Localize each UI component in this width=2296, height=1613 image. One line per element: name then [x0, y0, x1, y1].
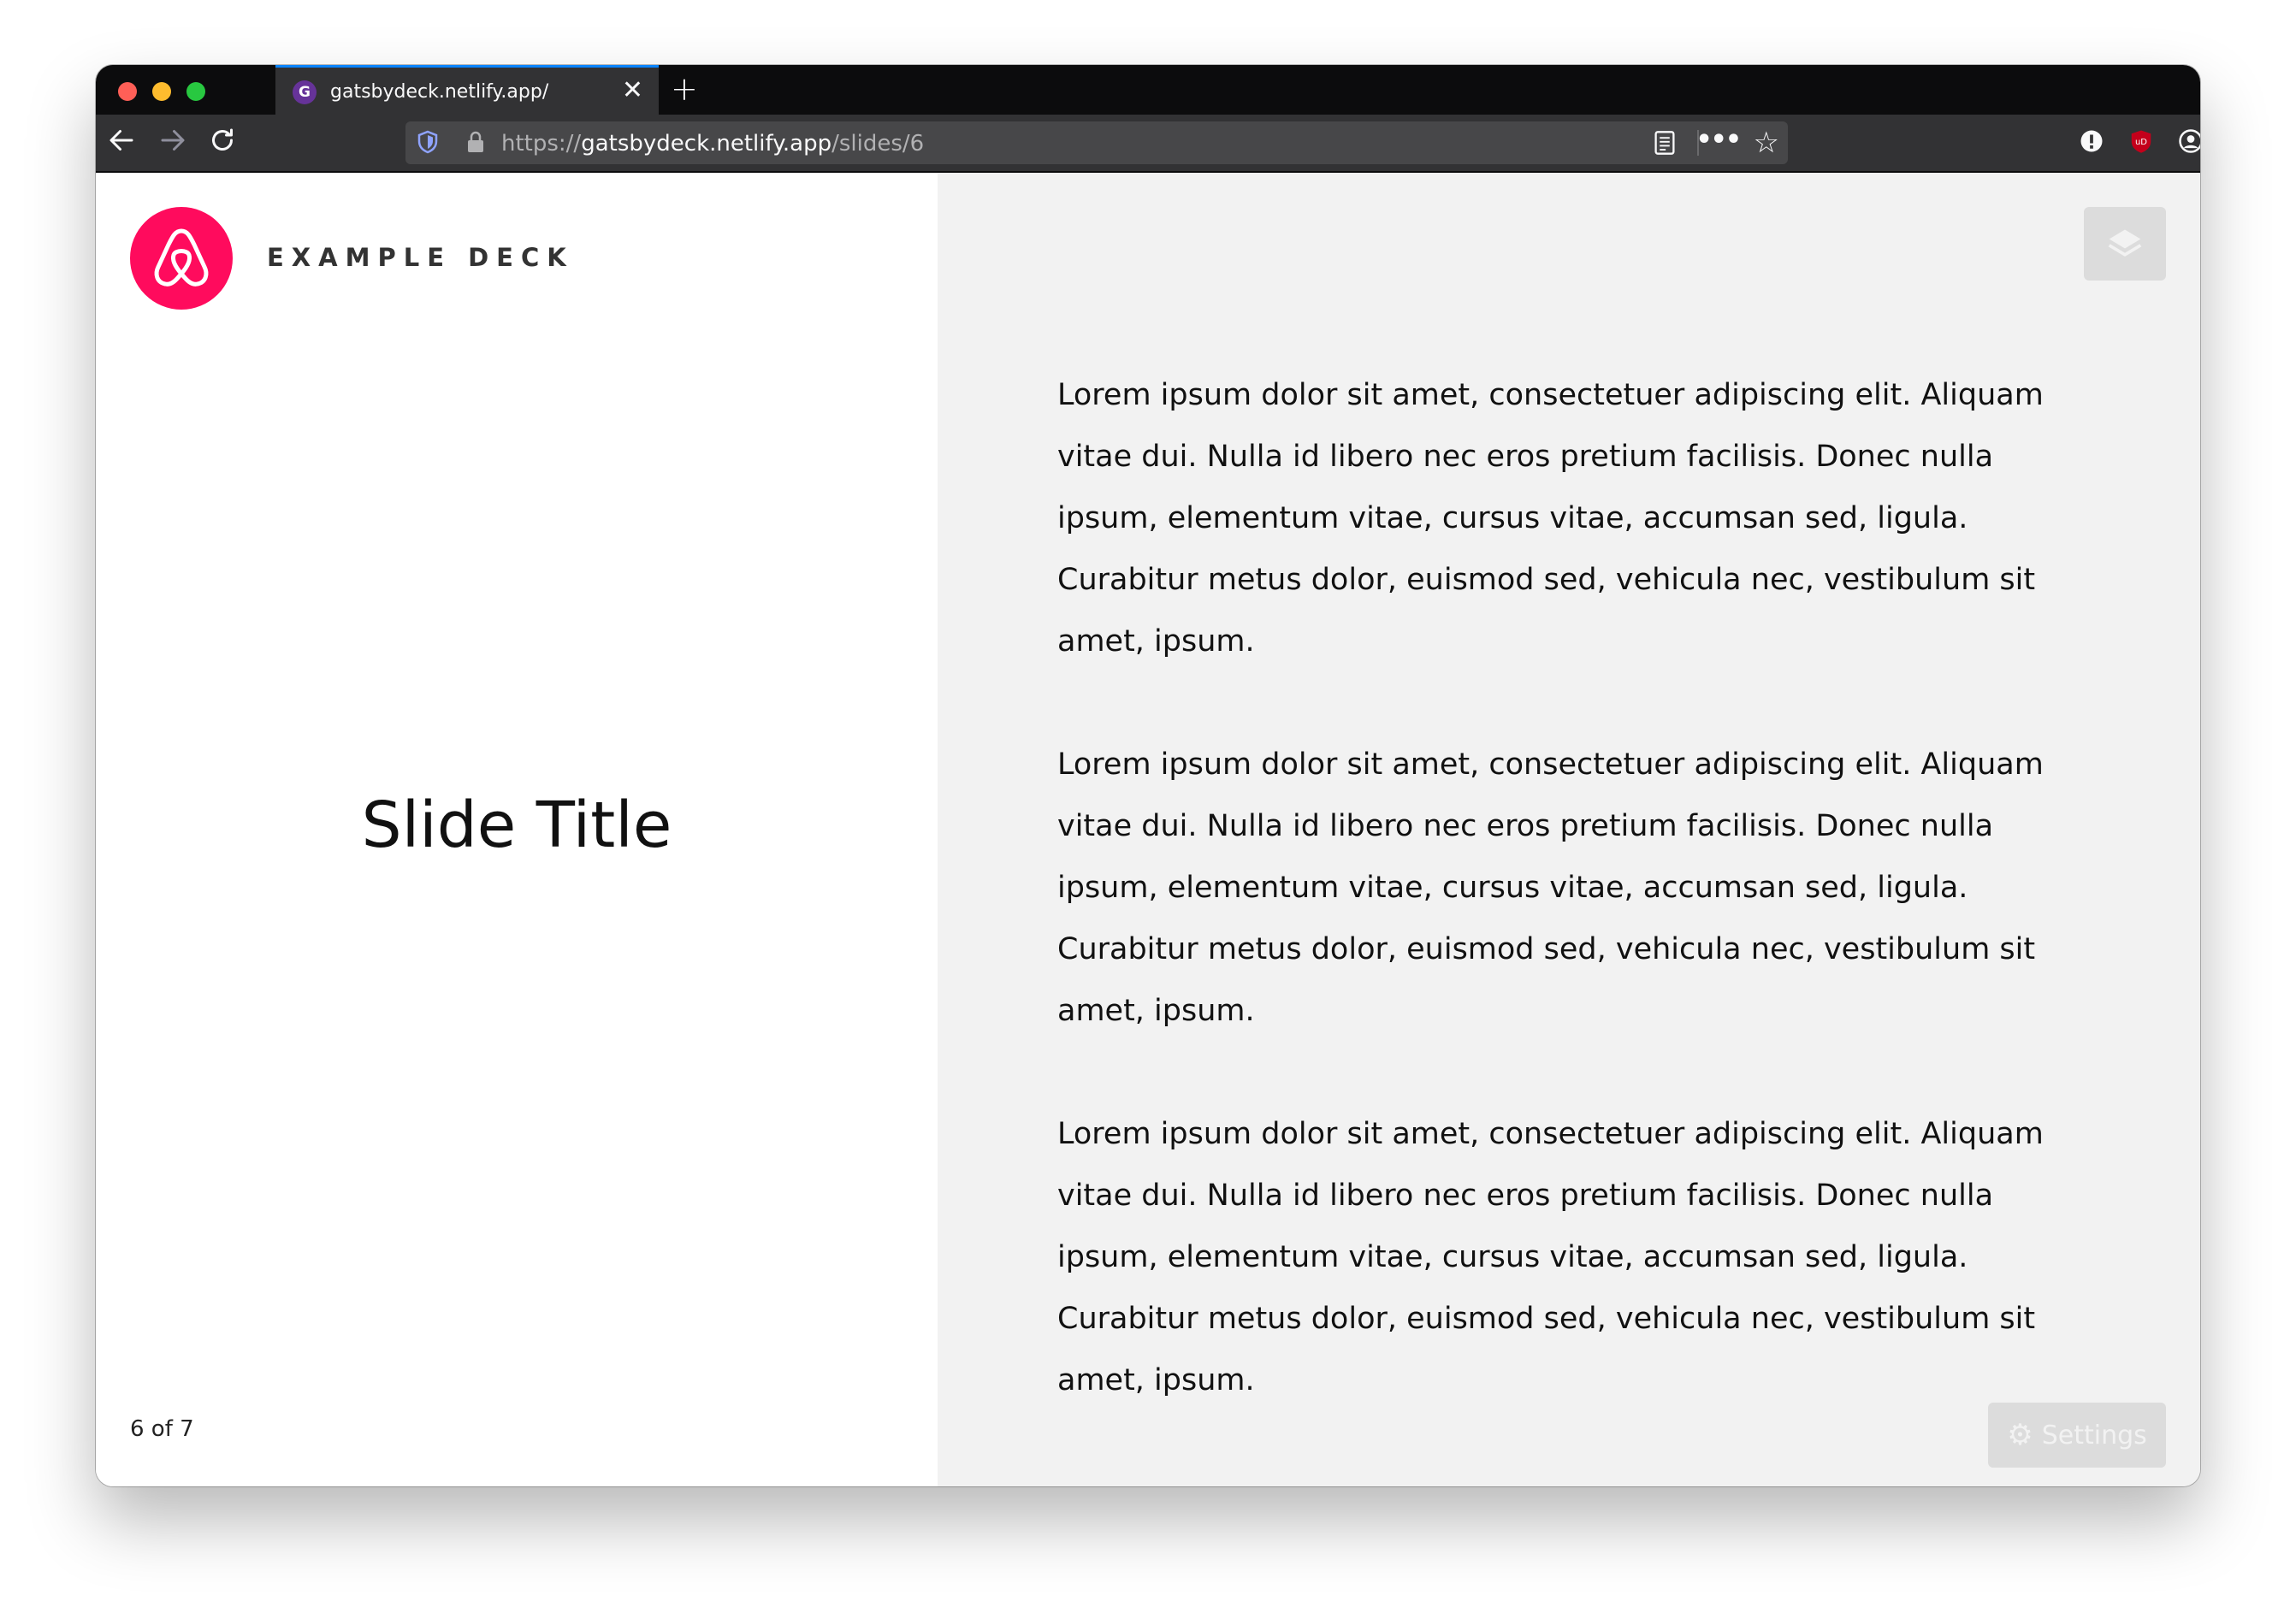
account-icon[interactable] [2178, 128, 2200, 154]
url-path: /slides/6 [831, 131, 925, 157]
info-extension-icon[interactable] [2079, 128, 2104, 154]
page-actions-more-icon[interactable]: ••• [1695, 125, 1742, 155]
layers-icon [2108, 229, 2142, 257]
bookmark-star-icon[interactable]: ☆ [1754, 127, 1779, 159]
settings-label: Settings [2041, 1420, 2147, 1451]
body-paragraph: Lorem ipsum dolor sit amet, consectetuer… [1057, 747, 2044, 1028]
navigation-bar: https://gatsbydeck.netlify.app/slides/6 … [96, 115, 2200, 173]
lock-icon[interactable] [465, 130, 486, 154]
ublock-origin-icon[interactable]: uD [2128, 128, 2154, 154]
slide-counter: 6 of 7 [130, 1416, 194, 1442]
airbnb-logo-icon [154, 228, 209, 287]
reload-icon [212, 128, 233, 151]
browser-window: G gatsbydeck.netlify.app/ ✕ + https://ga… [96, 65, 2200, 1486]
deck-name: EXAMPLE DECK [267, 243, 574, 272]
forward-arrow-icon [161, 130, 185, 151]
back-button[interactable] [106, 125, 137, 163]
url-text[interactable]: https://gatsbydeck.netlify.app/slides/6 [501, 131, 924, 157]
body-paragraph: Lorem ipsum dolor sit amet, consectetuer… [1057, 1117, 2044, 1397]
tab-strip: G gatsbydeck.netlify.app/ ✕ + [96, 65, 2200, 115]
gatsby-icon: G [293, 80, 317, 104]
airbnb-logo [130, 207, 233, 310]
close-window-button[interactable] [118, 82, 137, 101]
slide-right-panel: Lorem ipsum dolor sit amet, consectetuer… [938, 173, 2200, 1486]
svg-text:uD: uD [2135, 138, 2147, 147]
reader-view-icon[interactable] [1653, 130, 1677, 156]
url-bar[interactable]: https://gatsbydeck.netlify.app/slides/6 … [405, 121, 1788, 164]
new-tab-button[interactable]: + [671, 70, 698, 108]
minimize-window-button[interactable] [152, 82, 171, 101]
back-arrow-icon [109, 130, 133, 151]
browser-tab-active[interactable]: G gatsbydeck.netlify.app/ ✕ [275, 65, 659, 115]
tab-title: gatsbydeck.netlify.app/ [330, 81, 549, 103]
slide-body-text: Lorem ipsum dolor sit amet, consectetuer… [1057, 364, 2101, 1473]
slide-left-panel: EXAMPLE DECK Slide Title 6 of 7 [96, 173, 938, 1486]
gear-icon: ⚙ [2007, 1418, 2033, 1452]
forward-button[interactable] [157, 125, 188, 163]
url-scheme: https:// [501, 131, 582, 157]
maximize-window-button[interactable] [186, 82, 205, 101]
settings-button[interactable]: ⚙ Settings [1988, 1403, 2166, 1468]
layers-button[interactable] [2084, 207, 2166, 281]
page-content: EXAMPLE DECK Slide Title 6 of 7 Lorem ip… [96, 173, 2200, 1486]
url-host: gatsbydeck.netlify.app [581, 131, 832, 157]
close-tab-icon[interactable]: ✕ [622, 76, 643, 105]
reload-button[interactable] [207, 125, 238, 163]
tracking-protection-shield-icon[interactable] [417, 130, 438, 154]
slide-title: Slide Title [361, 789, 672, 862]
body-paragraph: Lorem ipsum dolor sit amet, consectetuer… [1057, 378, 2044, 659]
